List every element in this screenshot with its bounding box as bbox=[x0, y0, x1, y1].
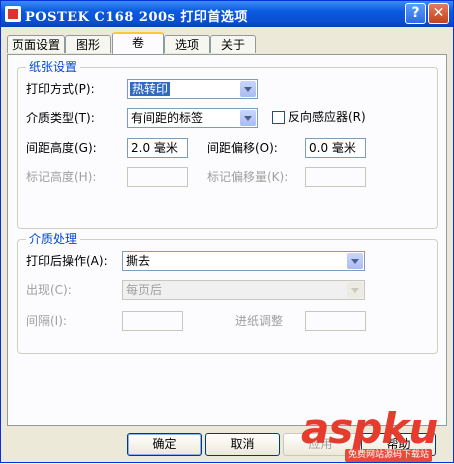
print-mode-select[interactable]: 热转印 bbox=[127, 79, 258, 99]
tab-page-setup[interactable]: 页面设置 bbox=[7, 35, 65, 53]
tab-about[interactable]: 关于 bbox=[210, 35, 256, 53]
close-button[interactable]: ✕ bbox=[428, 3, 449, 24]
tab-panel-roll: 纸张设置 打印方式(P): 热转印 介质类型(T): 有间距的标签 反向感应器(… bbox=[7, 54, 447, 426]
mark-height-input bbox=[127, 167, 188, 187]
post-print-label: 打印后操作(A): bbox=[26, 254, 108, 268]
print-mode-label: 打印方式(P): bbox=[26, 82, 95, 96]
reverse-sensor-label: 反向感应器(R) bbox=[288, 110, 366, 124]
aspku-watermark: aspku 免费网站源码下载站 bbox=[301, 405, 454, 464]
chevron-down-icon bbox=[240, 81, 256, 97]
cancel-button[interactable]: 取消 bbox=[205, 433, 280, 456]
paper-settings-title: 纸张设置 bbox=[26, 60, 81, 74]
gap-offset-label: 间距偏移(O): bbox=[207, 141, 278, 155]
printer-app-icon bbox=[5, 6, 21, 22]
print-mode-value: 热转印 bbox=[130, 82, 171, 96]
media-handling-group: 介质处理 打印后操作(A): 撕去 出现(C): 每页后 间隔(I): 进纸调整 bbox=[17, 232, 438, 354]
occurrence-select: 每页后 bbox=[122, 280, 365, 300]
title-bar[interactable]: POSTEK C168 200s 打印首选项 ? ✕ bbox=[1, 1, 453, 27]
media-type-select[interactable]: 有间距的标签 bbox=[127, 108, 258, 128]
post-print-value: 撕去 bbox=[126, 254, 151, 268]
media-type-value: 有间距的标签 bbox=[131, 111, 204, 125]
window-title: POSTEK C168 200s 打印首选项 bbox=[25, 10, 248, 25]
reverse-sensor-checkbox[interactable] bbox=[272, 111, 285, 124]
tab-roll[interactable]: 卷 bbox=[112, 32, 164, 54]
help-title-button[interactable]: ? bbox=[405, 3, 426, 24]
tab-graphics[interactable]: 图形 bbox=[65, 35, 111, 53]
occurrence-value: 每页后 bbox=[126, 283, 163, 297]
watermark-logo: aspku bbox=[301, 404, 438, 453]
gap-height-label: 间距高度(G): bbox=[26, 141, 97, 155]
media-type-label: 介质类型(T): bbox=[26, 111, 95, 125]
chevron-down-icon bbox=[240, 110, 256, 126]
mark-offset-input bbox=[305, 167, 366, 187]
feed-adjust-input bbox=[305, 311, 366, 331]
paper-settings-group: 纸张设置 打印方式(P): 热转印 介质类型(T): 有间距的标签 反向感应器(… bbox=[17, 60, 438, 229]
interval-label: 间隔(I): bbox=[26, 314, 67, 328]
chevron-down-icon bbox=[347, 282, 363, 298]
occurrence-label: 出现(C): bbox=[26, 283, 72, 297]
chevron-down-icon bbox=[347, 253, 363, 269]
feed-adjust-label: 进纸调整 bbox=[235, 314, 284, 328]
gap-height-input[interactable]: 2.0 毫米 bbox=[127, 138, 188, 158]
tab-options[interactable]: 选项 bbox=[164, 35, 210, 53]
post-print-select[interactable]: 撕去 bbox=[122, 251, 365, 271]
ok-button[interactable]: 确定 bbox=[127, 433, 202, 456]
mark-height-label: 标记高度(H): bbox=[26, 170, 97, 184]
gap-offset-input[interactable]: 0.0 毫米 bbox=[305, 138, 366, 158]
preferences-dialog: POSTEK C168 200s 打印首选项 ? ✕ 页面设置 图形 卷 选项 … bbox=[0, 0, 454, 463]
mark-offset-label: 标记偏移量(K): bbox=[207, 170, 289, 184]
interval-input bbox=[122, 311, 183, 331]
media-handling-title: 介质处理 bbox=[26, 232, 81, 246]
watermark-tagline: 免费网站源码下载站 bbox=[345, 449, 433, 462]
